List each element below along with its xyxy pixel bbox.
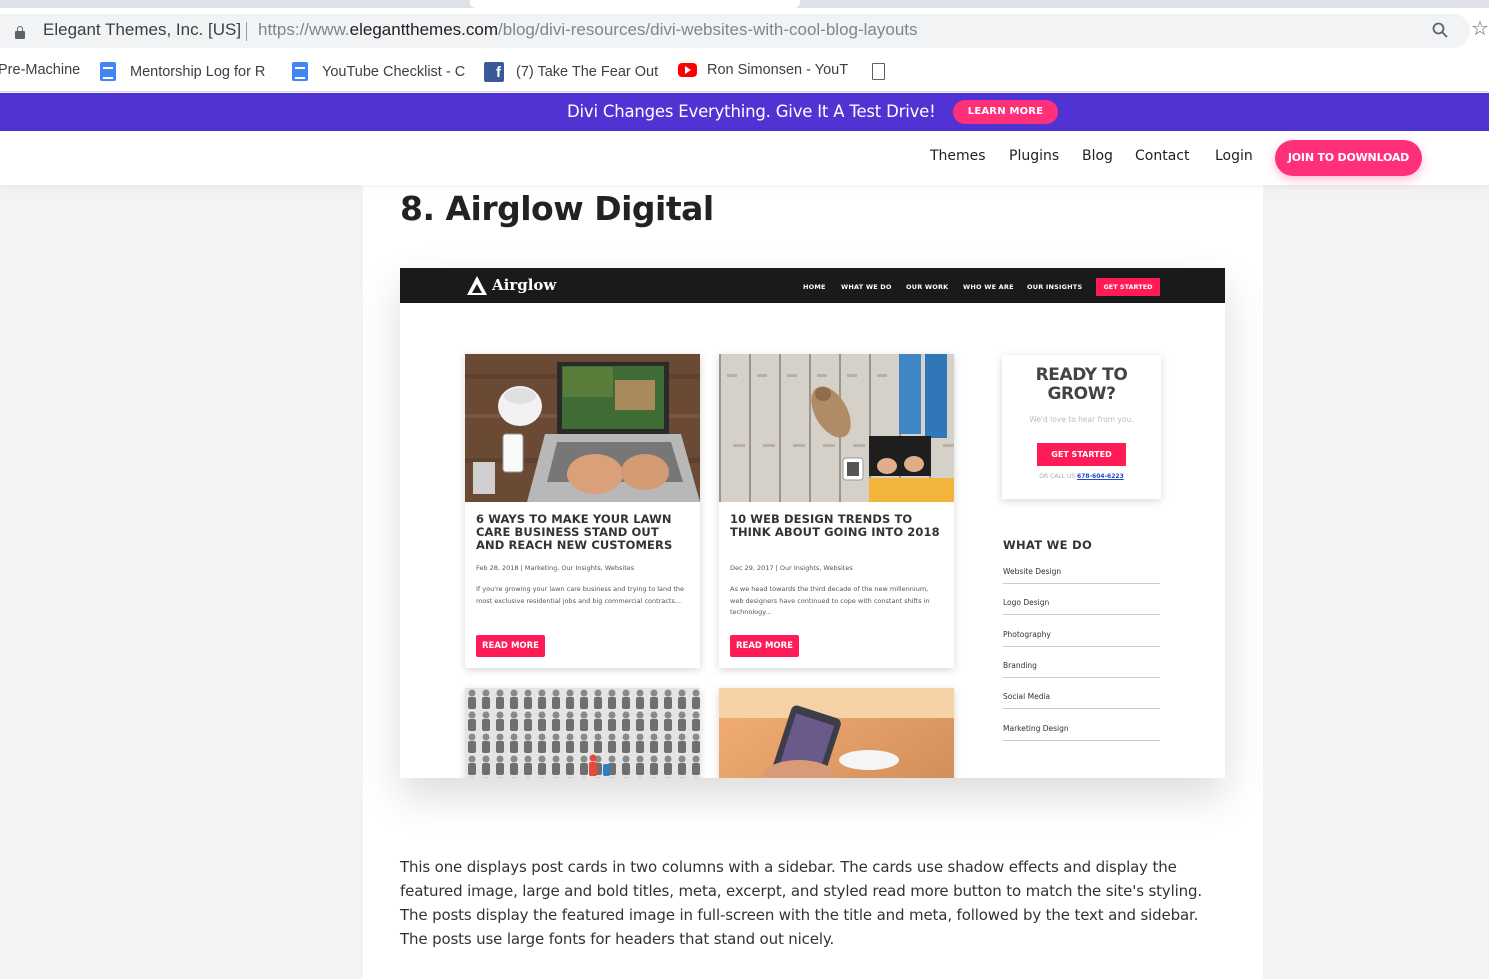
airglow-get-started-button: GET STARTED [1096,278,1160,296]
card-title: 10 WEB DESIGN TRENDS TO THINK ABOUT GOIN… [730,512,940,539]
bookmark-label: (7) Take The Fear Out [516,64,659,80]
ready-get-started-button: GET STARTED [1037,443,1126,466]
url-path: /blog/divi-resources/divi-websites-with-… [498,20,918,39]
ready-to-grow-box: READY TO GROW? We'd love to hear from yo… [1002,355,1161,499]
airglow-logo: Airglow [492,276,557,294]
nav-plugins[interactable]: Plugins [1009,148,1059,164]
tab-strip [0,0,1489,8]
address-bar-row: Elegant Themes, Inc. [US] https://www.el… [0,8,1489,54]
nav-themes[interactable]: Themes [930,148,986,164]
airglow-navbar: Airglow HOME WHAT WE DO OUR WORK WHO WE … [400,268,1225,303]
bookmark-label: YouTube Checklist - C [322,63,466,80]
airglow-nav-home: HOME [803,283,826,291]
card-image-laptop [465,354,700,502]
bookmark-item[interactable]: Mentorship Log for R [100,62,265,81]
bookmark-item[interactable]: Ron Simonsen - YouT [678,62,848,78]
blog-card: 10 WEB DESIGN TRENDS TO THINK ABOUT GOIN… [719,354,954,668]
card-image-crowd [465,688,700,778]
airglow-screenshot: Airglow HOME WHAT WE DO OUR WORK WHO WE … [400,268,1225,778]
url-text[interactable]: https://www.elegantthemes.com/blog/divi-… [258,20,918,40]
ready-subtitle: We'd love to hear from you. [1029,415,1134,424]
card-title: 6 WAYS TO MAKE YOUR LAWN CARE BUSINESS S… [476,512,673,552]
google-doc-icon [292,62,308,81]
airglow-nav-who-we-are: WHO WE ARE [963,283,1014,291]
what-we-do-heading: WHAT WE DO [1003,538,1093,552]
airglow-nav-what-we-do: WHAT WE DO [841,283,892,291]
service-link: Photography [1003,630,1160,647]
bookmark-label: Mentorship Log for R [130,63,266,80]
service-link: Website Design [1003,567,1160,584]
blog-card [465,688,700,778]
bookmark-item[interactable]: YouTube Checklist - C [292,62,465,81]
service-link: Logo Design [1003,598,1160,615]
airglow-logo-icon [467,276,487,295]
join-to-download-button[interactable]: JOIN TO DOWNLOAD [1275,140,1422,176]
ready-title: READY TO GROW? [1035,365,1128,404]
card-image-phone [719,688,954,778]
nav-blog[interactable]: Blog [1082,148,1113,164]
zoom-icon[interactable] [1432,22,1448,38]
read-more-button: READ MORE [476,635,545,657]
article-paragraph: This one displays post cards in two colu… [400,858,1202,948]
section-heading: 8. Airglow Digital [400,189,714,228]
blank-page-icon[interactable] [872,63,885,80]
card-image-floor [719,354,954,502]
airglow-nav-our-insights: OUR INSIGHTS [1027,283,1083,291]
card-excerpt: As we head towards the third decade of t… [730,585,930,616]
promo-bar: Divi Changes Everything. Give It A Test … [0,93,1489,131]
read-more-button: READ MORE [730,635,799,657]
service-link: Marketing Design [1003,724,1160,741]
service-link: Branding [1003,661,1160,678]
call-prefix: OR CALL US [1039,473,1076,480]
bookmark-star-icon[interactable]: ☆ [1471,18,1489,38]
bookmark-label: Ron Simonsen - YouT [707,62,849,78]
phone-number: 678-604-6223 [1077,473,1124,480]
lock-icon[interactable] [15,26,25,39]
url-separator [246,22,247,41]
learn-more-button[interactable]: LEARN MORE [953,100,1058,124]
youtube-icon [678,63,697,77]
service-link: Social Media [1003,692,1160,709]
blog-card: 6 WAYS TO MAKE YOUR LAWN CARE BUSINESS S… [465,354,700,668]
bookmark-label: Pre-Machine [0,62,81,78]
site-header: Themes Plugins Blog Contact Login JOIN T… [0,131,1489,185]
card-excerpt: If you're growing your lawn care busines… [476,585,685,605]
active-tab[interactable] [470,0,800,8]
site-identity: Elegant Themes, Inc. [US] [43,20,242,39]
google-doc-icon [100,62,116,81]
nav-contact[interactable]: Contact [1135,148,1189,164]
blog-card [719,688,954,778]
url-scheme: https://www. [258,20,350,39]
facebook-icon: f [484,62,504,82]
nav-login[interactable]: Login [1215,148,1253,164]
url-host: elegantthemes.com [349,20,499,39]
promo-text: Divi Changes Everything. Give It A Test … [567,102,936,121]
bookmark-item[interactable]: Pre-Machine [0,62,80,78]
card-meta: Feb 28, 2018 | Marketing, Our Insights, … [476,564,635,572]
airglow-nav-our-work: OUR WORK [906,283,949,291]
ready-call-line: OR CALL US 678-604-6223 [1002,473,1161,480]
address-bar[interactable]: Elegant Themes, Inc. [US] https://www.el… [0,14,1470,48]
bookmarks-bar: Pre-Machine Mentorship Log for R YouTube… [0,54,1489,92]
bookmark-item[interactable]: f (7) Take The Fear Out [484,62,658,82]
card-meta: Dec 29, 2017 | Our Insights, Websites [730,564,853,572]
